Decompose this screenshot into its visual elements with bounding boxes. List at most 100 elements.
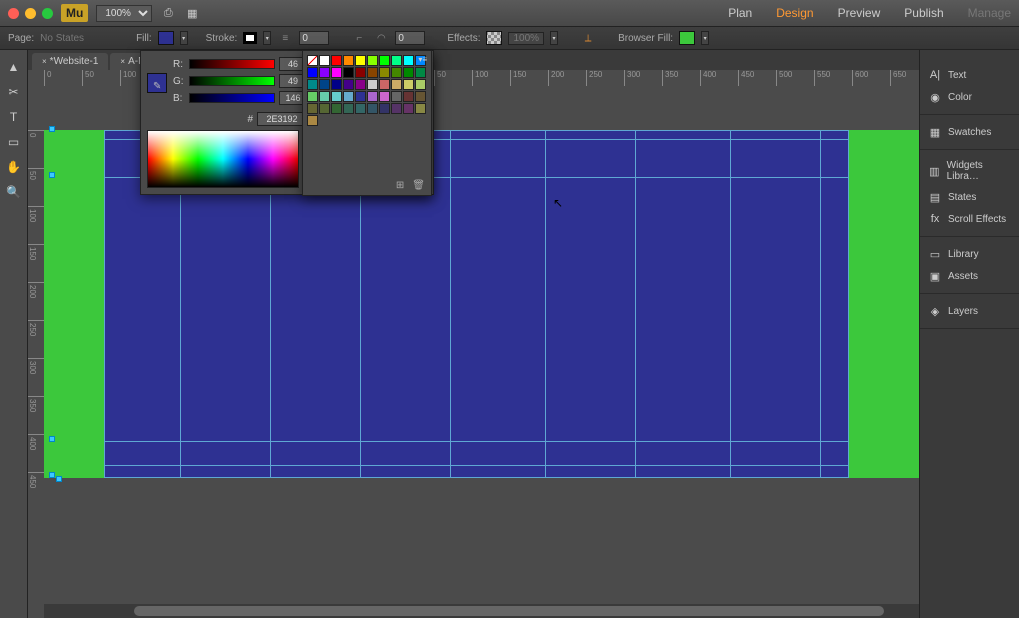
panel-states[interactable]: ▤States [920, 186, 1019, 208]
swatch[interactable] [355, 67, 366, 78]
swatch[interactable] [367, 103, 378, 114]
vertical-guide[interactable] [820, 131, 821, 477]
tab-website1[interactable]: ×*Website-1 [32, 53, 108, 70]
stroke-dropdown[interactable]: ▾ [263, 31, 271, 45]
popup-menu-icon[interactable]: ▾≡ [418, 55, 427, 64]
panel-color[interactable]: ◉Color [920, 86, 1019, 108]
swatch[interactable] [379, 103, 390, 114]
panel-assets[interactable]: ▣Assets [920, 265, 1019, 287]
text-tool[interactable]: T [2, 105, 26, 129]
color-spectrum[interactable] [147, 130, 299, 188]
swatch[interactable] [415, 79, 426, 90]
swatch[interactable] [319, 103, 330, 114]
swatch[interactable] [307, 91, 318, 102]
nav-preview[interactable]: Preview [838, 6, 881, 20]
swatch[interactable] [343, 103, 354, 114]
swatch[interactable] [331, 67, 342, 78]
panel-scrolleffects[interactable]: fxScroll Effects [920, 208, 1019, 230]
b-slider[interactable] [189, 93, 275, 103]
guide-handle[interactable] [49, 172, 55, 178]
swatch[interactable] [319, 91, 330, 102]
swatch[interactable] [403, 79, 414, 90]
swatch[interactable] [343, 91, 354, 102]
zoom-tool[interactable]: 🔍 [2, 180, 26, 204]
panel-widgetslibra[interactable]: ▥Widgets Libra… [920, 156, 1019, 186]
pin-icon[interactable]: ⟂ [580, 31, 596, 45]
swatch[interactable] [331, 103, 342, 114]
swatch[interactable] [391, 103, 402, 114]
guide-handle[interactable] [49, 472, 55, 478]
panel-swatches[interactable]: ▦Swatches [920, 121, 1019, 143]
scrollbar-thumb[interactable] [134, 606, 884, 616]
close-icon[interactable]: × [120, 57, 125, 66]
swatch[interactable] [391, 67, 402, 78]
swatch[interactable] [319, 55, 330, 66]
effects-opacity[interactable]: 100% [508, 32, 544, 45]
stroke-swatch[interactable] [243, 32, 257, 44]
zoom-select[interactable]: 100% [96, 5, 152, 22]
swatch[interactable] [331, 55, 342, 66]
vertical-guide[interactable] [635, 131, 636, 477]
swatch[interactable] [343, 79, 354, 90]
nav-manage[interactable]: Manage [968, 6, 1011, 20]
layout-icon[interactable]: ▦ [184, 5, 200, 21]
swatch[interactable] [403, 67, 414, 78]
swatch[interactable] [355, 103, 366, 114]
crop-tool[interactable]: ✂ [2, 80, 26, 104]
swatch[interactable] [403, 91, 414, 102]
swatch[interactable] [355, 55, 366, 66]
swatch[interactable] [415, 91, 426, 102]
page-state[interactable]: No States [40, 33, 84, 44]
swatch[interactable] [331, 79, 342, 90]
rectangle-tool[interactable]: ▭ [2, 130, 26, 154]
swatch[interactable] [379, 79, 390, 90]
swatch[interactable] [343, 67, 354, 78]
scrollbar-horizontal[interactable] [44, 604, 919, 618]
swatch[interactable] [355, 91, 366, 102]
swatch[interactable] [391, 91, 402, 102]
swatch[interactable] [403, 55, 414, 66]
swatch[interactable] [307, 67, 318, 78]
swatch[interactable] [331, 91, 342, 102]
horizontal-guide[interactable] [105, 465, 848, 466]
vertical-guide[interactable] [545, 131, 546, 477]
effects-swatch[interactable] [486, 31, 502, 45]
panel-text[interactable]: A|Text [920, 64, 1019, 86]
stroke-weight-input[interactable] [299, 31, 329, 45]
swatch[interactable] [307, 103, 318, 114]
swatch[interactable] [415, 103, 426, 114]
vertical-guide[interactable] [450, 131, 451, 477]
hand-tool[interactable]: ✋ [2, 155, 26, 179]
swatch[interactable] [415, 67, 426, 78]
browser-fill-swatch[interactable] [679, 31, 695, 45]
swatch[interactable] [319, 67, 330, 78]
swatch[interactable] [391, 79, 402, 90]
g-slider[interactable] [189, 76, 275, 86]
fill-swatch[interactable] [158, 31, 174, 45]
nav-publish[interactable]: Publish [904, 6, 943, 20]
swatch[interactable] [319, 79, 330, 90]
swatch[interactable] [355, 79, 366, 90]
browser-fill-dropdown[interactable]: ▾ [701, 31, 709, 45]
vertical-guide[interactable] [730, 131, 731, 477]
swatch-none[interactable] [307, 55, 318, 66]
swatch[interactable] [307, 79, 318, 90]
guide-handle[interactable] [56, 476, 62, 482]
r-slider[interactable] [189, 59, 275, 69]
delete-swatch-icon[interactable]: 🗑 [412, 180, 425, 191]
swatch[interactable] [367, 67, 378, 78]
swatch[interactable] [367, 79, 378, 90]
new-swatch-icon[interactable]: ⊞ [396, 180, 404, 191]
swatch[interactable] [391, 55, 402, 66]
panel-layers[interactable]: ◈Layers [920, 300, 1019, 322]
guide-handle[interactable] [49, 126, 55, 132]
effects-dropdown[interactable]: ▾ [550, 31, 558, 45]
nav-design[interactable]: Design [776, 6, 813, 20]
close-window-button[interactable] [8, 8, 19, 19]
swatch[interactable] [379, 55, 390, 66]
panel-library[interactable]: ▭Library [920, 243, 1019, 265]
selection-tool[interactable]: ▲ [2, 55, 26, 79]
new-page-icon[interactable]: ⎙ [160, 5, 176, 21]
close-icon[interactable]: × [42, 57, 47, 66]
fill-dropdown[interactable]: ▾ [180, 31, 188, 45]
